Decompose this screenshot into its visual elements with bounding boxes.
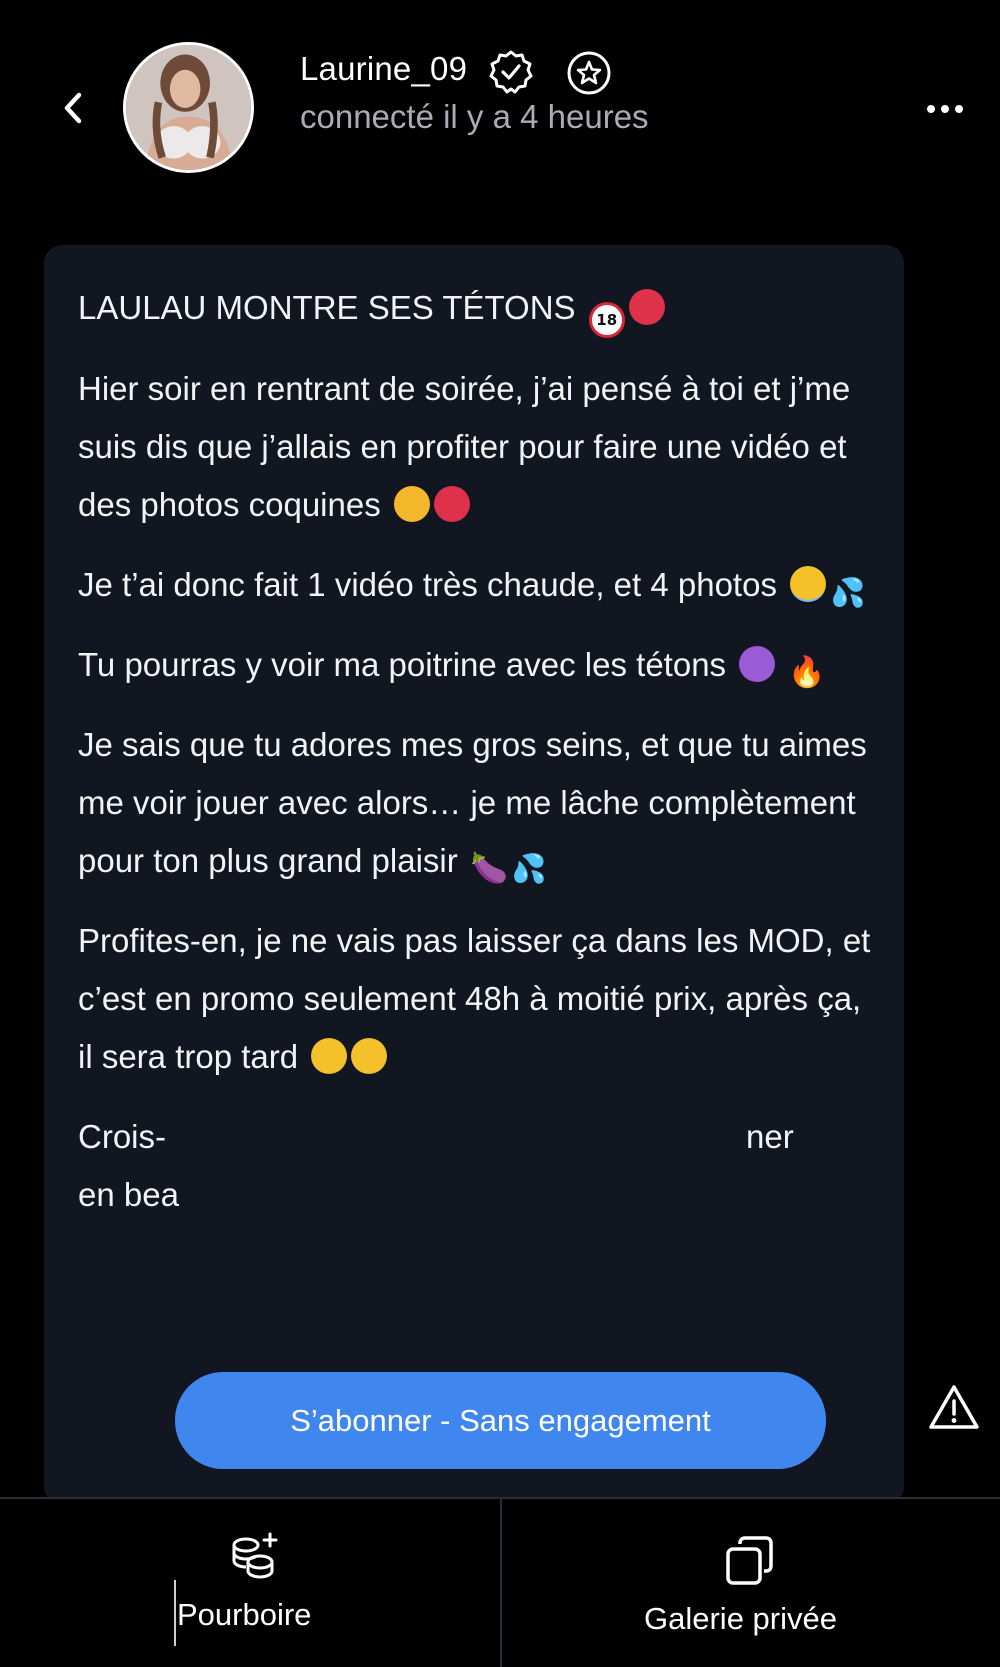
- sad-tear-face-icon: [351, 1038, 388, 1074]
- text-cursor: [174, 1580, 176, 1646]
- fire-icon: 🔥: [788, 655, 826, 690]
- coins-plus-icon: [232, 1532, 278, 1579]
- profile-header: Laurine_09 connecté il y a 4 heures: [0, 0, 1000, 200]
- post-card: LAULAU MONTRE SES TÉTONS 18 Hier soir en…: [44, 245, 904, 1505]
- username[interactable]: Laurine_09: [300, 50, 467, 88]
- warning-icon: [929, 1385, 979, 1429]
- post-paragraph: Hier soir en rentrant de soirée, j’ai pe…: [78, 370, 860, 523]
- sweat-droplets-icon: 💦: [830, 576, 866, 609]
- post-paragraph: Crois-ner en bea: [78, 1118, 794, 1213]
- pleading-face-icon: [311, 1038, 348, 1074]
- avatar-image: [126, 45, 251, 170]
- tip-label: Pourboire: [177, 1597, 312, 1632]
- tip-button[interactable]: Pourboire: [0, 1499, 500, 1667]
- smiling-halo-icon: [790, 566, 827, 602]
- star-icon: [567, 51, 611, 95]
- post-paragraph: Tu pourras y voir ma poitrine avec les t…: [78, 646, 826, 690]
- report-button[interactable]: [927, 1382, 981, 1432]
- avatar[interactable]: [123, 42, 254, 173]
- hand-over-mouth-icon: [393, 486, 430, 522]
- chevron-left-icon: [64, 92, 82, 124]
- bottom-action-bar: Pourboire Galerie privée: [0, 1497, 1000, 1667]
- more-options-button[interactable]: [925, 94, 965, 124]
- subscribe-button[interactable]: S’abonner - Sans engagement: [175, 1372, 826, 1469]
- hot-face-icon: [433, 486, 470, 522]
- eggplant-icon: 🍆: [470, 851, 509, 886]
- last-seen-status: connecté il y a 4 heures: [300, 98, 649, 135]
- post-body: LAULAU MONTRE SES TÉTONS 18 Hier soir en…: [78, 279, 878, 1246]
- sweat-droplets-icon: 💦: [511, 852, 547, 885]
- verified-badge-icon: [489, 50, 533, 94]
- more-dots-icon: [927, 105, 963, 113]
- post-paragraph: Je sais que tu adores mes gros seins, et…: [78, 726, 876, 886]
- post-paragraph: Je t’ai donc fait 1 vidéo très chaude, e…: [78, 566, 866, 609]
- gallery-label: Galerie privée: [644, 1601, 837, 1636]
- smiling-devil-icon: [739, 646, 776, 682]
- back-button[interactable]: [58, 88, 88, 128]
- private-gallery-button[interactable]: Galerie privée: [502, 1499, 1000, 1667]
- no-under-18-icon: 18: [588, 302, 625, 338]
- post-title: LAULAU MONTRE SES TÉTONS 18: [78, 279, 878, 338]
- post-paragraph: Profites-en, je ne vais pas laisser ça d…: [78, 922, 880, 1075]
- gallery-copy-icon: [726, 1536, 773, 1585]
- hot-face-icon: [628, 289, 665, 325]
- favorite-button[interactable]: [565, 49, 613, 97]
